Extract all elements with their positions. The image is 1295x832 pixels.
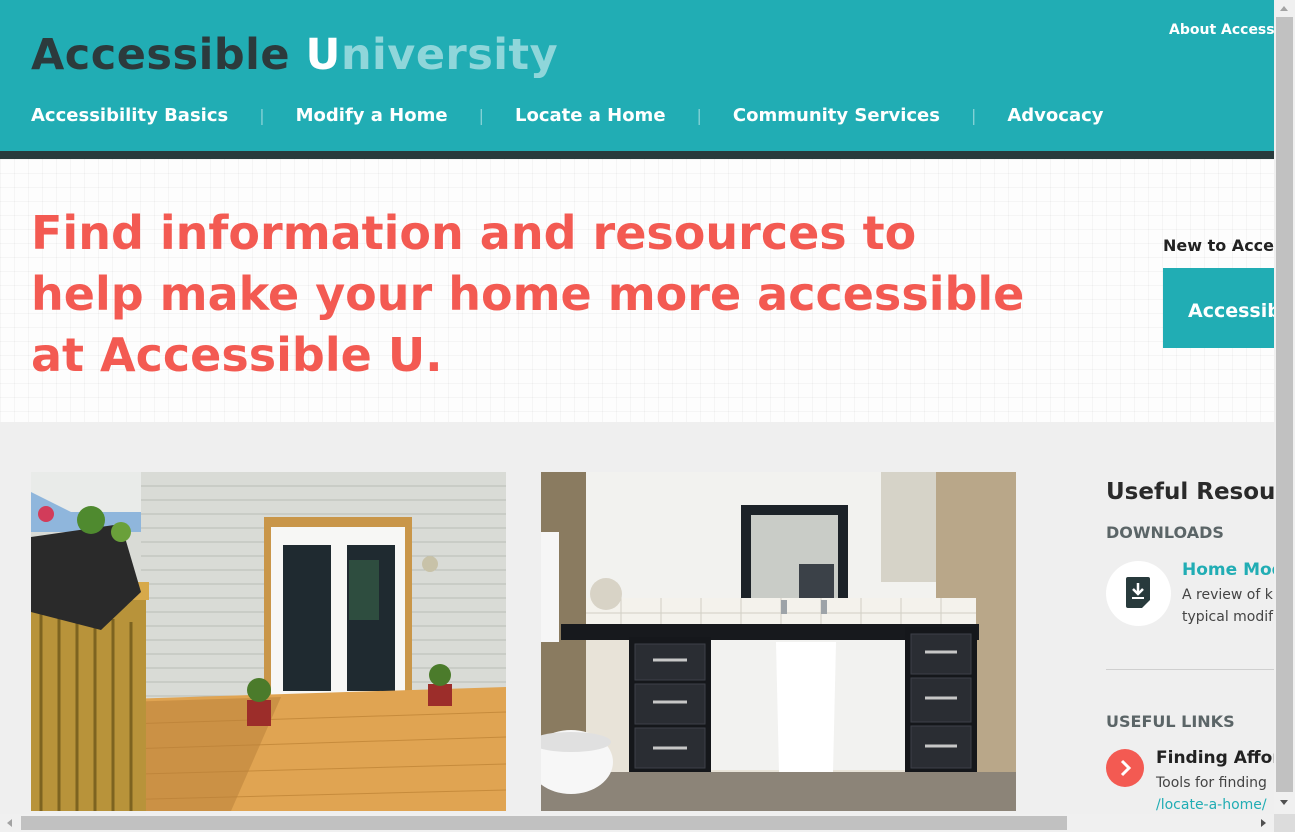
nav-modify-a-home[interactable]: Modify a Home [296,105,448,126]
nav-separator: | [478,105,484,125]
logo-text-niversity: niversity [340,30,559,80]
download-description: A review of k typical modif [1182,584,1273,628]
about-link[interactable]: About Accessib [1169,22,1274,38]
accessible-bathroom-vanity-photo[interactable] [541,472,1016,811]
hero-section: Find information and resources to help m… [0,159,1274,422]
new-to-label: New to Access [1163,236,1274,255]
useful-links-heading: USEFUL LINKS [1106,712,1235,731]
document-shape [1126,577,1150,608]
site-logo[interactable]: Accessible University [31,30,558,80]
nav-advocacy[interactable]: Advocacy [1007,105,1103,126]
logo-text-accessible: Accessible [31,30,306,80]
scroll-left-arrow-icon[interactable] [7,819,12,827]
deck-french-doors-photo[interactable] [31,472,506,811]
page-viewport: About Accessib Accessible University Acc… [0,0,1274,814]
header-divider-bar [0,151,1274,159]
chevron-right-icon[interactable] [1106,749,1144,787]
nav-separator: | [259,105,265,125]
useful-link-url[interactable]: /locate-a-home/ [1156,797,1267,813]
download-arrow-icon [1132,583,1150,608]
chevron-right-glyph [1120,759,1132,777]
site-header: About Accessib Accessible University Acc… [0,0,1274,151]
useful-link-title[interactable]: Finding Afford [1156,748,1274,768]
scroll-down-arrow-icon[interactable] [1280,800,1288,805]
accessibility-cta-button[interactable]: Accessib [1163,268,1274,348]
bathroom-photo-graphic [541,472,1016,811]
scroll-right-arrow-icon[interactable] [1261,819,1266,827]
vertical-scrollbar[interactable] [1274,0,1295,814]
logo-text-u: U [305,30,341,80]
download-desc-line: A review of k [1182,587,1273,603]
nav-separator: | [970,105,977,125]
sidebar-divider [1106,669,1274,670]
main-nav: Accessibility Basics | Modify a Home | L… [31,101,1104,129]
deck-photo-graphic [31,472,506,811]
downloads-heading: DOWNLOADS [1106,523,1224,542]
useful-resources-sidebar: Useful Resourc DOWNLOADS Home Mod A revi… [1106,472,1274,814]
download-document-icon[interactable] [1106,561,1171,626]
download-title-link[interactable]: Home Mod [1182,560,1274,580]
horizontal-scrollbar[interactable] [0,814,1274,832]
nav-separator: | [696,105,702,125]
nav-locate-a-home[interactable]: Locate a Home [515,105,666,126]
horizontal-scroll-thumb[interactable] [21,816,1067,830]
hero-heading: Find information and resources to help m… [31,206,1025,382]
sidebar-title: Useful Resourc [1106,479,1274,505]
nav-community-services[interactable]: Community Services [733,105,940,126]
download-desc-line: typical modif [1182,609,1274,625]
vertical-scroll-thumb[interactable] [1276,17,1293,792]
useful-link-desc-text: Tools for finding [1156,775,1267,791]
nav-accessibility-basics[interactable]: Accessibility Basics [31,105,228,126]
scroll-up-arrow-icon[interactable] [1280,6,1288,11]
scrollbar-corner [1274,814,1295,832]
useful-link-description: Tools for finding /locate-a-home/ [1156,772,1267,814]
